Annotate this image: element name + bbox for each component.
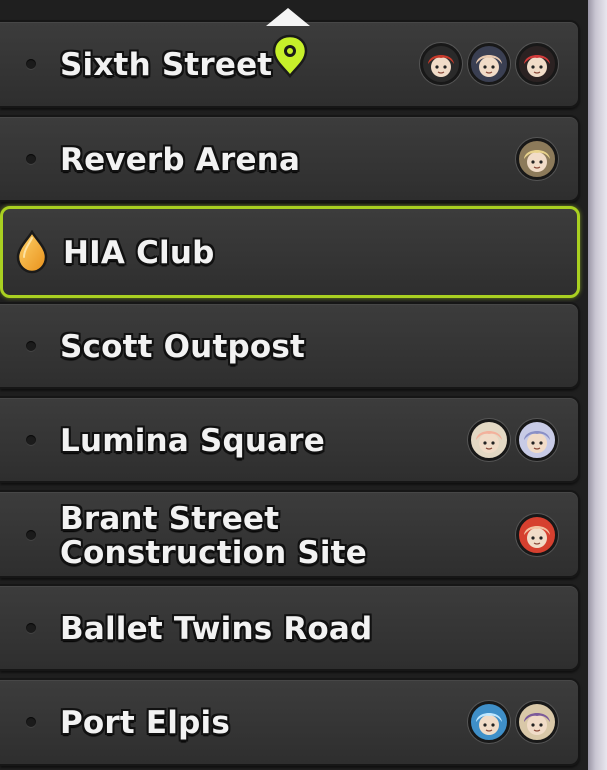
blonde-maid-agent-avatar-icon xyxy=(516,701,558,743)
location-row-reverb-arena[interactable]: Reverb Arena xyxy=(0,115,580,202)
location-row-ballet-twins-road[interactable]: Ballet Twins Road xyxy=(0,584,580,671)
location-row-scott-outpost[interactable]: Scott Outpost xyxy=(0,302,580,389)
cream-hair-agent-avatar-icon xyxy=(468,419,510,461)
bullet-dot xyxy=(26,435,36,445)
agent-avatars xyxy=(516,138,558,180)
agent-avatars xyxy=(468,419,558,461)
map-pin-icon xyxy=(272,34,308,78)
silver-hair-agent-avatar-icon xyxy=(516,419,558,461)
background-strip xyxy=(588,0,607,770)
location-label: Sixth Street xyxy=(60,47,273,83)
armored-agent-avatar-icon xyxy=(420,43,462,85)
location-label: Port Elpis xyxy=(60,705,230,741)
location-label: Reverb Arena xyxy=(60,142,301,178)
bullet-dot xyxy=(26,154,36,164)
current-location-drop-icon xyxy=(16,230,48,274)
location-label: Brant Street Construction Site xyxy=(60,501,367,571)
location-list: Sixth Street Reverb Arena HIA Club Scott… xyxy=(0,0,588,770)
red-hair-agent-avatar-icon xyxy=(516,514,558,556)
location-row-port-elpis[interactable]: Port Elpis xyxy=(0,678,580,766)
scroll-up-arrow-icon[interactable] xyxy=(266,8,310,26)
location-label: Scott Outpost xyxy=(60,329,306,365)
red-black-agent-avatar-icon xyxy=(516,43,558,85)
agent-avatars xyxy=(468,701,558,743)
bullet-dot xyxy=(26,341,36,351)
location-label: Lumina Square xyxy=(60,423,325,459)
location-row-hia-club[interactable]: HIA Club xyxy=(0,206,580,298)
bullet-dot xyxy=(26,717,36,727)
agent-avatars xyxy=(516,514,558,556)
dark-hair-agent-avatar-icon xyxy=(468,43,510,85)
location-row-brant-street[interactable]: Brant Street Construction Site xyxy=(0,490,580,578)
bullet-dot xyxy=(26,623,36,633)
agent-avatars xyxy=(420,43,558,85)
bullet-dot xyxy=(26,59,36,69)
blonde-agent-avatar-icon xyxy=(516,138,558,180)
location-label: HIA Club xyxy=(63,235,215,271)
location-label: Ballet Twins Road xyxy=(60,611,373,647)
bullet-dot xyxy=(26,530,36,540)
blue-shark-agent-avatar-icon xyxy=(468,701,510,743)
location-row-lumina-square[interactable]: Lumina Square xyxy=(0,396,580,483)
